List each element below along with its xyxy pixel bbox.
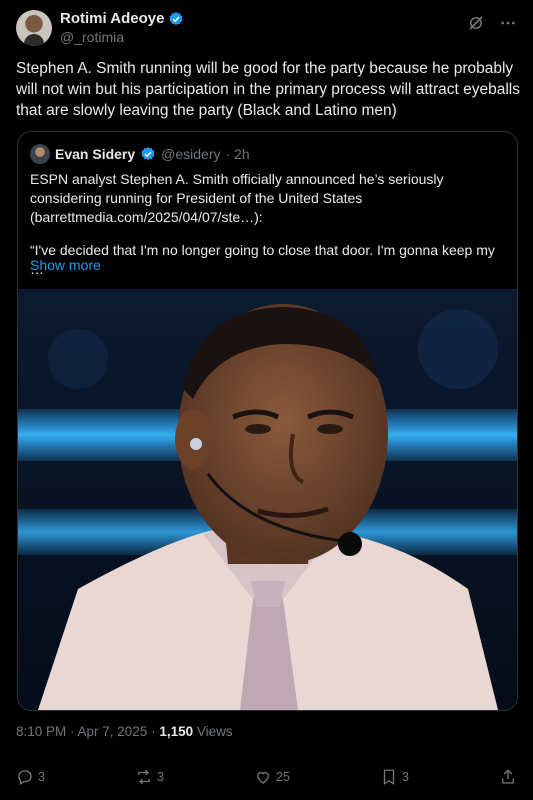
grok-icon[interactable] [467,14,485,32]
verified-badge-icon [141,147,155,161]
like-button[interactable]: 25 [254,768,290,786]
tweet: Rotimi Adeoye @_rotimia Stephen A. Smith… [0,0,533,800]
reply-count: 3 [38,770,45,784]
like-count: 25 [276,770,290,784]
share-icon [502,769,514,784]
author-name-row[interactable]: Rotimi Adeoye [60,10,184,28]
header-actions [467,14,517,32]
post-text: Stephen A. Smith running will be good fo… [16,60,520,119]
repost-count: 3 [157,770,164,784]
views-count: 1,150 [159,724,194,739]
views-label: Views [193,724,233,739]
author-handle[interactable]: @_rotimia [60,28,184,46]
quoted-post-body: ESPN analyst Stephen A. Smith officially… [30,171,444,225]
author-avatar[interactable] [16,10,52,46]
verified-badge-icon [170,12,183,26]
bookmark-button[interactable]: 3 [380,768,409,786]
post-meta: 8:10 PM · Apr 7, 2025 · 1,150 Views [16,724,233,739]
quoted-post[interactable]: Evan Sidery @esidery · 2h ESPN analyst S… [17,131,518,711]
quoted-post-text: ESPN analyst Stephen A. Smith officially… [30,170,508,293]
quoted-post-excerpt: “I've decided that I'm no longer going t… [30,242,495,277]
share-button[interactable] [499,768,517,786]
quoted-post-image[interactable] [18,289,517,710]
quoted-author-avatar [30,144,50,164]
quoted-post-time: · 2h [225,146,250,162]
like-icon [257,771,269,784]
more-icon[interactable] [499,14,517,32]
reply-button[interactable]: 3 [16,768,45,786]
author-name[interactable]: Rotimi Adeoye [60,10,164,28]
action-bar: 3 3 25 3 [16,766,517,788]
repost-icon [138,769,150,785]
author-names: Rotimi Adeoye @_rotimia [60,10,184,46]
bookmark-icon [383,769,395,786]
bookmark-count: 3 [401,770,409,784]
show-more-link[interactable]: Show more [30,257,101,273]
post-timestamp[interactable]: 8:10 PM · Apr 7, 2025 · [16,724,159,739]
repost-button[interactable]: 3 [135,768,164,786]
quoted-author-name: Evan Sidery [55,146,136,162]
stephen-a-smith-photo [18,289,517,710]
quoted-author-handle: @esidery [161,146,221,162]
quoted-post-header: Evan Sidery @esidery · 2h [30,144,250,164]
reply-icon [18,770,32,785]
tweet-header: Rotimi Adeoye @_rotimia [16,10,517,50]
